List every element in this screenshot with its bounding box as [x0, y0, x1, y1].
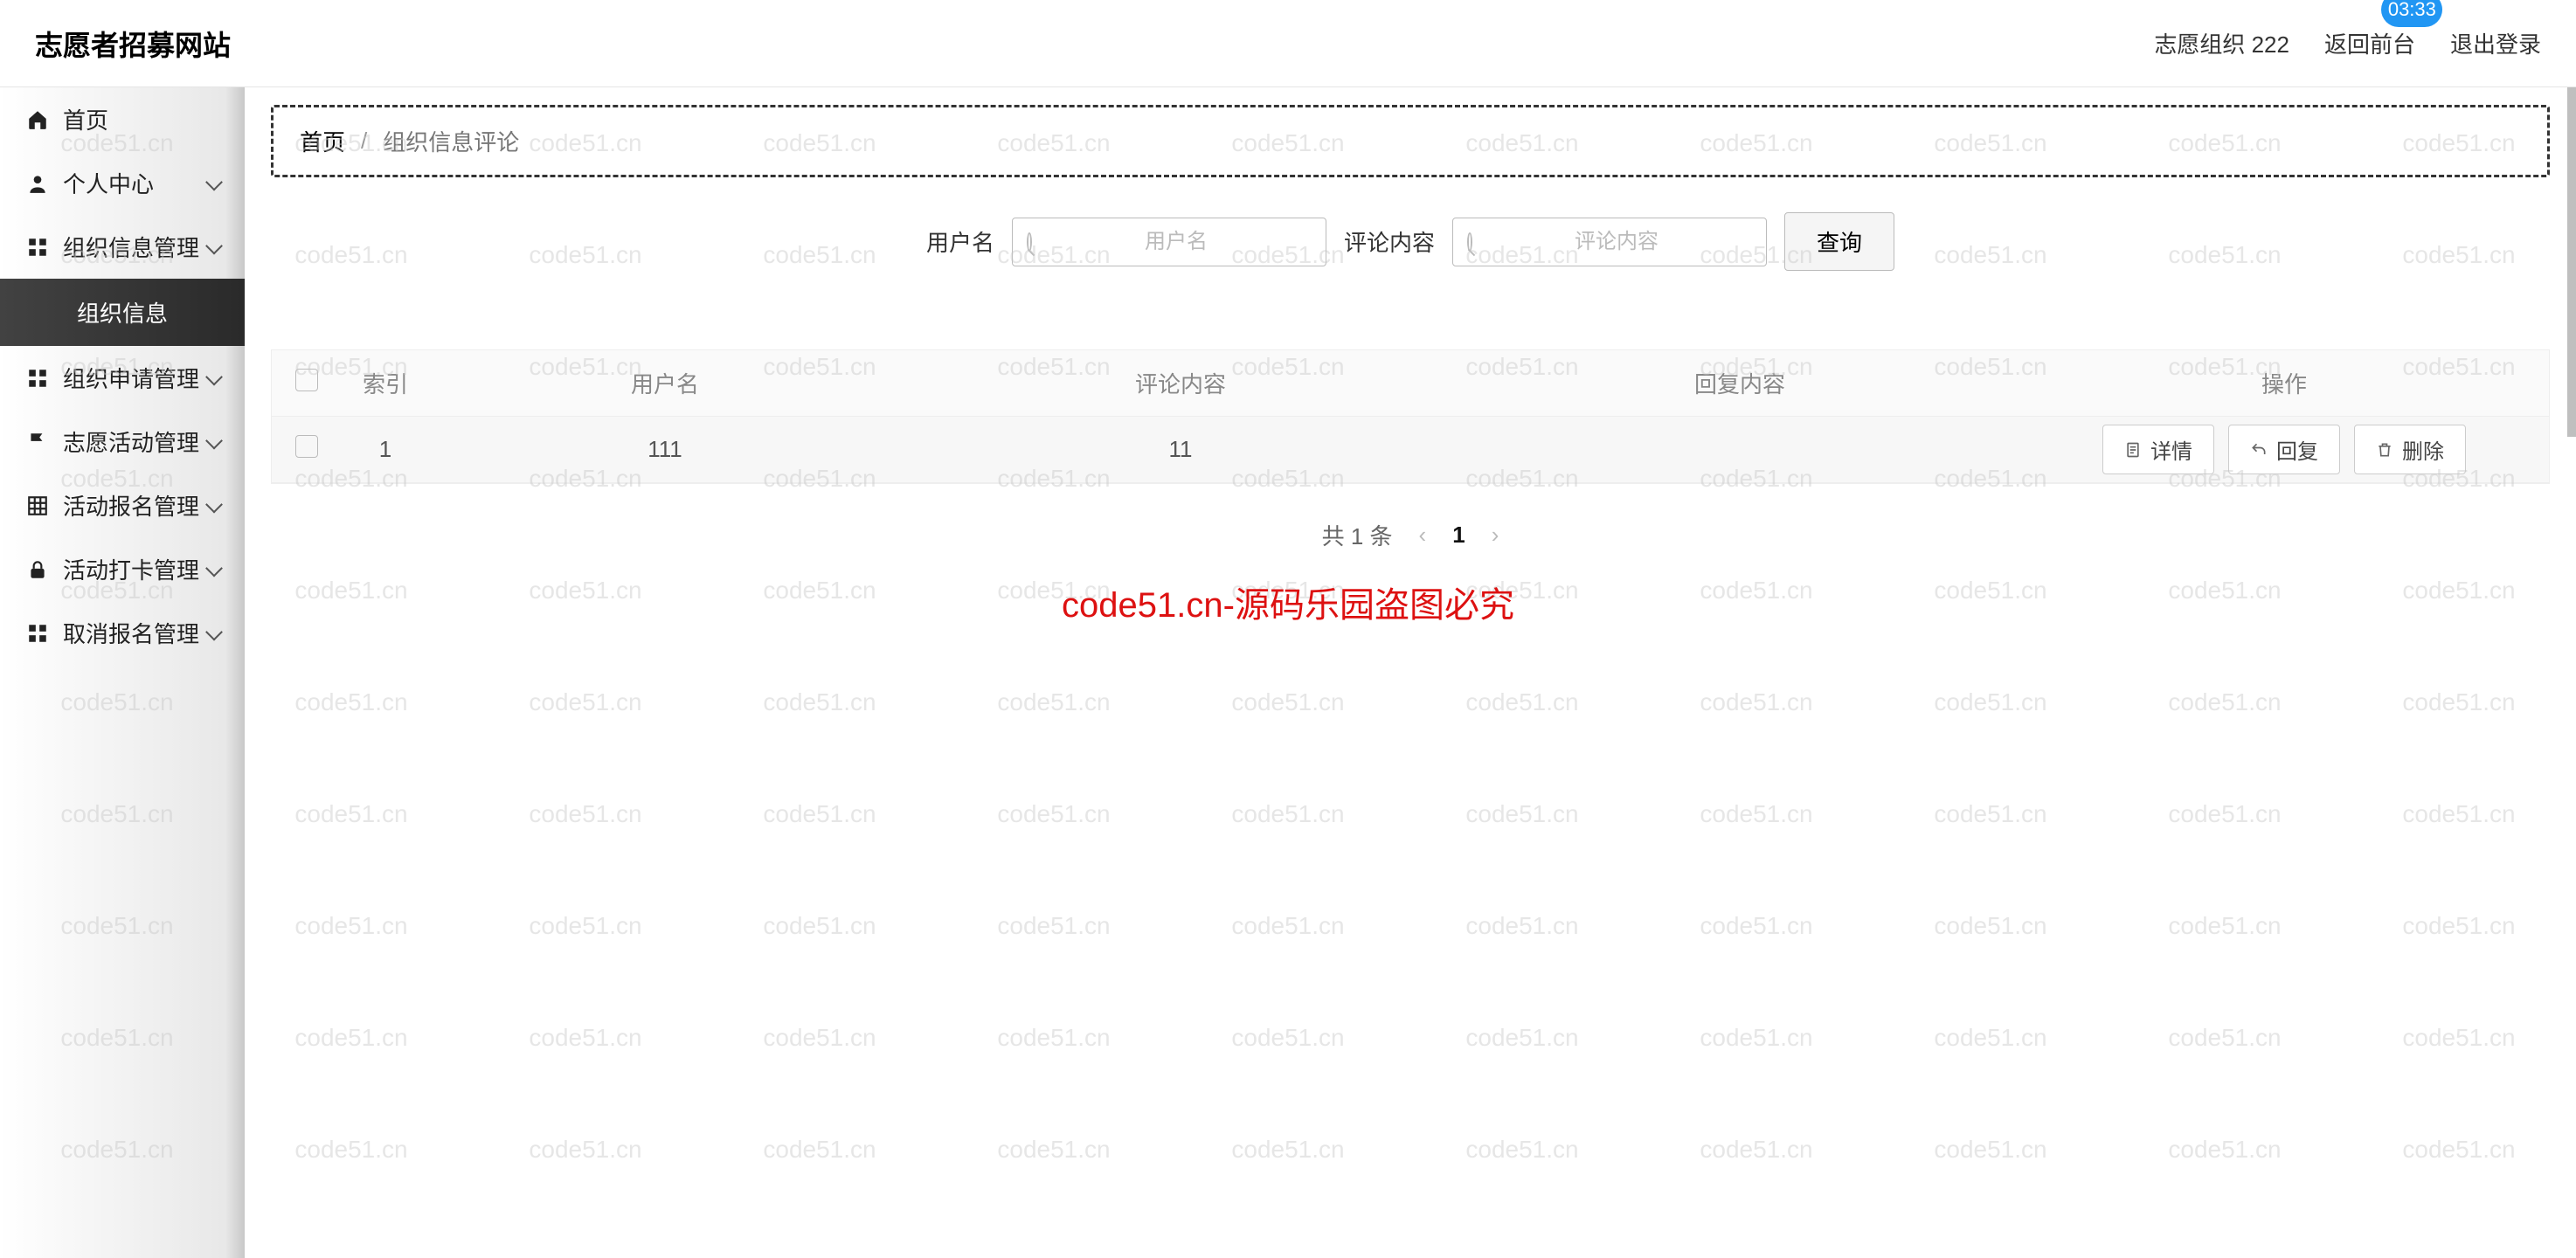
search-comment-label: 评论内容: [1344, 225, 1435, 258]
search-user-label: 用户名: [926, 225, 994, 258]
grid-icon: [26, 236, 49, 259]
sidebar-item-volunteer-activity[interactable]: 志愿活动管理: [0, 410, 245, 473]
cell-content: 11: [901, 436, 1460, 463]
sidebar-item-label: 活动报名管理: [63, 489, 199, 522]
sidebar-item-label: 组织信息管理: [63, 231, 199, 263]
time-badge: 03:33: [2381, 0, 2442, 27]
breadcrumb-sep: /: [361, 128, 367, 155]
sidebar-item-label: 取消报名管理: [63, 617, 199, 649]
sidebar-item-cancel-signup[interactable]: 取消报名管理: [0, 601, 245, 665]
trash-icon: [2376, 441, 2393, 459]
header-right: 03:33 志愿组织 222 返回前台 退出登录: [2154, 27, 2541, 59]
logout-link[interactable]: 退出登录: [2450, 27, 2541, 59]
search-user-box[interactable]: [1012, 218, 1326, 266]
query-button[interactable]: 查询: [1784, 212, 1894, 271]
sidebar-item-personal[interactable]: 个人中心: [0, 151, 245, 215]
page-current[interactable]: 1: [1452, 522, 1465, 549]
prev-page[interactable]: ‹: [1419, 522, 1427, 549]
sidebar-item-org-apply[interactable]: 组织申请管理: [0, 346, 245, 410]
select-all-checkbox[interactable]: [295, 369, 318, 391]
site-title: 志愿者招募网站: [35, 24, 231, 64]
table-row: 1 111 11 详情 回复 删除: [272, 417, 2549, 483]
delete-button[interactable]: 删除: [2354, 425, 2466, 474]
detail-button[interactable]: 详情: [2102, 425, 2214, 474]
grid-icon: [26, 367, 49, 390]
sidebar-item-label: 志愿活动管理: [63, 425, 199, 458]
search-icon: [1027, 232, 1032, 252]
reply-icon: [2250, 441, 2268, 459]
pagination: 共 1 条 ‹ 1 ›: [271, 519, 2550, 551]
sidebar-item-checkin[interactable]: 活动打卡管理: [0, 537, 245, 601]
col-ops: 操作: [2019, 367, 2549, 399]
col-content: 评论内容: [901, 367, 1460, 399]
search-icon: [1467, 232, 1472, 252]
sidebar-item-label: 组织申请管理: [63, 362, 199, 394]
sidebar-item-label: 首页: [63, 103, 108, 135]
sidebar-item-org-info[interactable]: 组织信息管理: [0, 215, 245, 279]
flag-icon: [26, 431, 49, 453]
sidebar-item-home[interactable]: 首页: [0, 87, 245, 151]
search-user-input[interactable]: [1041, 230, 1312, 254]
col-user: 用户名: [429, 367, 901, 399]
home-icon: [26, 108, 49, 131]
cell-idx: 1: [342, 436, 429, 463]
sidebar-item-signup[interactable]: 活动报名管理: [0, 473, 245, 537]
breadcrumb-current: 组织信息评论: [383, 125, 519, 157]
sidebar-item-label: 个人中心: [63, 167, 154, 199]
search-comment-input[interactable]: [1481, 230, 1752, 254]
sidebar: 首页 个人中心 组织信息管理 组织信息 组织申请管理 志愿活动管理 活动报名管理…: [0, 87, 245, 1258]
cell-user: 111: [429, 436, 901, 463]
row-checkbox[interactable]: [295, 435, 318, 458]
breadcrumb: 首页 / 组织信息评论: [271, 105, 2550, 177]
next-page[interactable]: ›: [1492, 522, 1499, 549]
user-icon: [26, 172, 49, 195]
cell-ops: 详情 回复 删除: [2019, 425, 2549, 474]
data-table: 索引 用户名 评论内容 回复内容 操作 1 111 11 详情: [271, 349, 2550, 484]
content-area: 首页 / 组织信息评论 用户名 评论内容 查询 索引 用户名 评论内容: [245, 87, 2576, 1258]
doc-icon: [2124, 441, 2142, 459]
lock-icon: [26, 558, 49, 581]
pagination-total: 共 1 条: [1322, 519, 1393, 551]
table-header-row: 索引 用户名 评论内容 回复内容 操作: [272, 350, 2549, 417]
col-idx: 索引: [342, 367, 429, 399]
return-front-link[interactable]: 返回前台: [2324, 27, 2415, 59]
grid-icon: [26, 622, 49, 645]
scrollbar[interactable]: [2567, 87, 2576, 437]
reply-button[interactable]: 回复: [2228, 425, 2340, 474]
search-row: 用户名 评论内容 查询: [271, 212, 2550, 271]
header-bar: 志愿者招募网站 03:33 志愿组织 222 返回前台 退出登录: [0, 0, 2576, 87]
sidebar-subitem-org-info[interactable]: 组织信息: [0, 279, 245, 346]
sidebar-item-label: 活动打卡管理: [63, 553, 199, 585]
search-comment-box[interactable]: [1452, 218, 1767, 266]
col-reply: 回复内容: [1460, 367, 2019, 399]
table-icon: [26, 494, 49, 517]
org-label[interactable]: 志愿组织 222: [2154, 27, 2289, 59]
breadcrumb-home[interactable]: 首页: [300, 125, 345, 157]
